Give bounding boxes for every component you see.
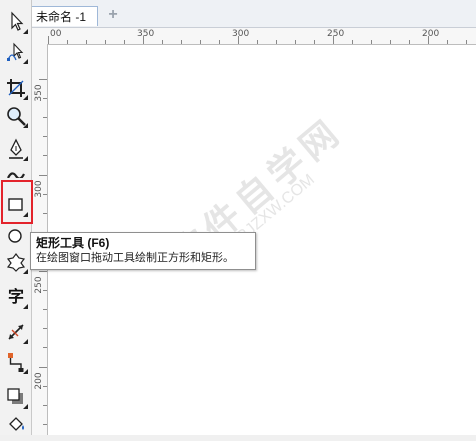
brush-icon xyxy=(7,172,25,178)
connector-tool[interactable] xyxy=(4,350,28,374)
rectangle-tool-highlight xyxy=(1,180,33,224)
flyout-indicator xyxy=(23,156,28,161)
add-tab-button[interactable]: + xyxy=(105,7,121,23)
dimension-tool[interactable] xyxy=(4,320,28,344)
drop-shadow-tool[interactable] xyxy=(4,385,28,409)
rectangle-tool-tooltip: 矩形工具 (F6) 在绘图窗口拖动工具绘制正方形和矩形。 xyxy=(30,232,256,270)
fill-bucket-icon xyxy=(9,417,24,431)
ellipse-tool[interactable] xyxy=(4,225,28,249)
flyout-indicator xyxy=(23,29,28,34)
flyout-indicator xyxy=(23,339,28,344)
ruler-tick-label: 00 xyxy=(50,29,62,39)
flyout-indicator xyxy=(23,59,28,64)
ruler-tick-label: 250 xyxy=(34,276,44,294)
ruler-tick-label: 300 xyxy=(232,29,250,39)
ruler-tick-label: 200 xyxy=(422,29,440,39)
flyout-indicator xyxy=(23,95,28,100)
ruler-tick-label: 300 xyxy=(34,180,44,198)
zoom-tool[interactable] xyxy=(4,104,28,128)
horizontal-ruler-ticks xyxy=(48,36,467,44)
document-tab-bar: 未命名 -1 + xyxy=(0,0,476,28)
horizontal-ruler[interactable]: 00 350 300 250 200 xyxy=(31,28,476,45)
artistic-media-tool[interactable] xyxy=(4,164,28,178)
tooltip-title: 矩形工具 (F6) xyxy=(36,236,110,250)
ruler-tick-label: 350 xyxy=(34,84,44,102)
ellipse-icon xyxy=(8,229,22,243)
fill-tool[interactable] xyxy=(4,412,28,436)
shape-tool[interactable] xyxy=(4,40,28,64)
crop-tool[interactable] xyxy=(4,76,28,100)
polygon-tool[interactable] xyxy=(4,250,28,274)
flyout-indicator xyxy=(23,404,28,409)
flyout-indicator xyxy=(23,369,28,374)
document-tab[interactable]: 未命名 -1 xyxy=(30,6,98,26)
pick-tool[interactable] xyxy=(4,10,28,34)
text-tool[interactable]: 字 xyxy=(4,285,28,309)
flyout-indicator xyxy=(23,304,28,309)
freehand-tool[interactable] xyxy=(4,137,28,161)
ruler-tick-label: 250 xyxy=(327,29,345,39)
flyout-indicator xyxy=(23,269,28,274)
flyout-indicator xyxy=(23,123,28,128)
ruler-tick-label: 350 xyxy=(137,29,155,39)
tooltip-description: 在绘图窗口拖动工具绘制正方形和矩形。 xyxy=(36,252,234,264)
ruler-tick-label: 200 xyxy=(34,372,44,390)
